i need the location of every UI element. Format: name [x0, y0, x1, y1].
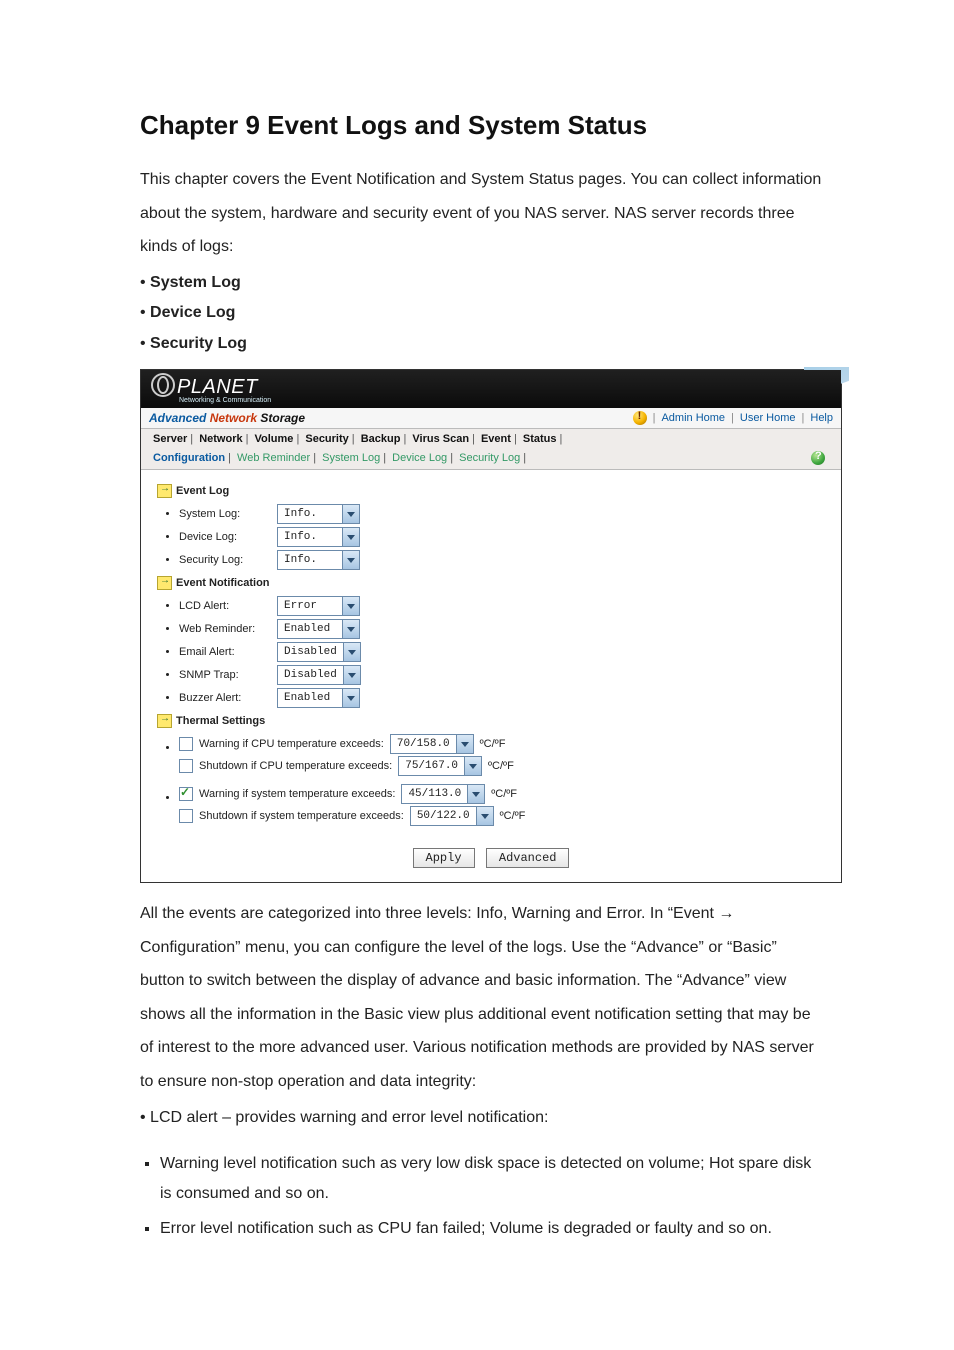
chevron-down-icon[interactable] [342, 597, 359, 615]
log-types-list: • System Log • Device Log • Security Log [140, 268, 824, 359]
page-title: Chapter 9 Event Logs and System Status [140, 110, 824, 141]
select-cpu-warning-temp[interactable]: 70/158.0 [390, 734, 474, 754]
select-security-log[interactable]: Info. [277, 550, 360, 570]
tab-event[interactable]: Event [481, 433, 511, 445]
link-user-home[interactable]: User Home [740, 412, 796, 424]
tab-status[interactable]: Status [523, 433, 557, 445]
tab-backup[interactable]: Backup [361, 433, 401, 445]
select-snmp-trap[interactable]: Disabled [277, 665, 361, 685]
label-system-log: System Log: [179, 508, 269, 520]
checkbox-cpu-warning[interactable] [179, 737, 193, 751]
section-title-thermal-settings: Thermal Settings [176, 715, 265, 727]
select-web-reminder[interactable]: Enabled [277, 619, 360, 639]
checkbox-system-warning[interactable] [179, 787, 193, 801]
unit-label: ºC/ºF [491, 788, 517, 800]
label-buzzer-alert: Buzzer Alert: [179, 692, 269, 704]
chevron-down-icon[interactable] [467, 785, 484, 803]
chevron-down-icon[interactable] [342, 689, 359, 707]
apply-button[interactable]: Apply [413, 848, 475, 868]
label-lcd-alert: LCD Alert: [179, 600, 269, 612]
list-item: System Log [150, 274, 241, 291]
select-system-shutdown-temp[interactable]: 50/122.0 [410, 806, 494, 826]
main-tabs: Server| Network| Volume| Security| Backu… [141, 429, 841, 447]
unit-label: ºC/ºF [480, 738, 506, 750]
select-email-alert[interactable]: Disabled [277, 642, 361, 662]
intro-paragraph: This chapter covers the Event Notificati… [140, 163, 824, 264]
tab-volume[interactable]: Volume [255, 433, 294, 445]
list-item: Warning level notification such as very … [160, 1149, 824, 1210]
followup-paragraph: All the events are categorized into thre… [140, 897, 824, 1099]
label-device-log: Device Log: [179, 531, 269, 543]
select-device-log[interactable]: Info. [277, 527, 360, 547]
brand-subtitle: Networking & Communication [179, 397, 271, 404]
chevron-down-icon[interactable] [464, 757, 481, 775]
label-system-shutdown: Shutdown if system temperature exceeds: [199, 810, 404, 822]
label-cpu-warning: Warning if CPU temperature exceeds: [199, 738, 384, 750]
help-icon[interactable] [811, 451, 825, 465]
chevron-down-icon[interactable] [343, 643, 360, 661]
chevron-down-icon[interactable] [456, 735, 473, 753]
select-buzzer-alert[interactable]: Enabled [277, 688, 360, 708]
planet-logo-icon [151, 373, 175, 397]
subtab-configuration[interactable]: Configuration [153, 452, 225, 464]
advanced-button[interactable]: Advanced [486, 848, 570, 868]
tab-security[interactable]: Security [305, 433, 348, 445]
label-email-alert: Email Alert: [179, 646, 269, 658]
section-title-event-log: Event Log [176, 485, 229, 497]
arrow-icon [157, 576, 172, 590]
checkbox-system-shutdown[interactable] [179, 809, 193, 823]
unit-label: ºC/ºF [500, 810, 526, 822]
tab-network[interactable]: Network [199, 433, 242, 445]
link-admin-home[interactable]: Admin Home [661, 412, 725, 424]
select-cpu-shutdown-temp[interactable]: 75/167.0 [398, 756, 482, 776]
chevron-down-icon[interactable] [343, 666, 360, 684]
section-title-event-notification: Event Notification [176, 577, 270, 589]
select-system-warning-temp[interactable]: 45/113.0 [401, 784, 485, 804]
sub-tabs: Configuration| Web Reminder| System Log|… [153, 452, 529, 464]
arrow-icon [157, 714, 172, 728]
list-item: Device Log [150, 304, 235, 321]
chevron-down-icon[interactable] [342, 505, 359, 523]
lcd-alert-line: • LCD alert – provides warning and error… [140, 1103, 824, 1133]
unit-label: ºC/ºF [488, 760, 514, 772]
arrow-icon [157, 484, 172, 498]
tab-server[interactable]: Server [153, 433, 187, 445]
alert-icon[interactable] [633, 411, 647, 425]
label-cpu-shutdown: Shutdown if CPU temperature exceeds: [199, 760, 392, 772]
chevron-down-icon[interactable] [342, 528, 359, 546]
subtab-web-reminder[interactable]: Web Reminder [237, 452, 310, 464]
subtab-security-log[interactable]: Security Log [459, 452, 520, 464]
label-snmp-trap: SNMP Trap: [179, 669, 269, 681]
label-system-warning: Warning if system temperature exceeds: [199, 788, 395, 800]
subtab-device-log[interactable]: Device Log [392, 452, 447, 464]
label-web-reminder: Web Reminder: [179, 623, 269, 635]
chevron-down-icon[interactable] [476, 807, 493, 825]
subtab-system-log[interactable]: System Log [322, 452, 380, 464]
list-item: Security Log [150, 335, 247, 352]
chevron-down-icon[interactable] [342, 551, 359, 569]
label-security-log: Security Log: [179, 554, 269, 566]
tab-virus-scan[interactable]: Virus Scan [412, 433, 469, 445]
brand-title: PLANET [177, 376, 258, 398]
select-system-log[interactable]: Info. [277, 504, 360, 524]
chevron-down-icon[interactable] [342, 620, 359, 638]
app-header: PLANET Networking & Communication [141, 370, 841, 408]
admin-screenshot: PLANET Networking & Communication Advanc… [140, 369, 842, 883]
list-item: Error level notification such as CPU fan… [160, 1214, 824, 1244]
checkbox-cpu-shutdown[interactable] [179, 759, 193, 773]
select-lcd-alert[interactable]: Error [277, 596, 360, 616]
product-title: Advanced Network Storage [149, 411, 305, 425]
